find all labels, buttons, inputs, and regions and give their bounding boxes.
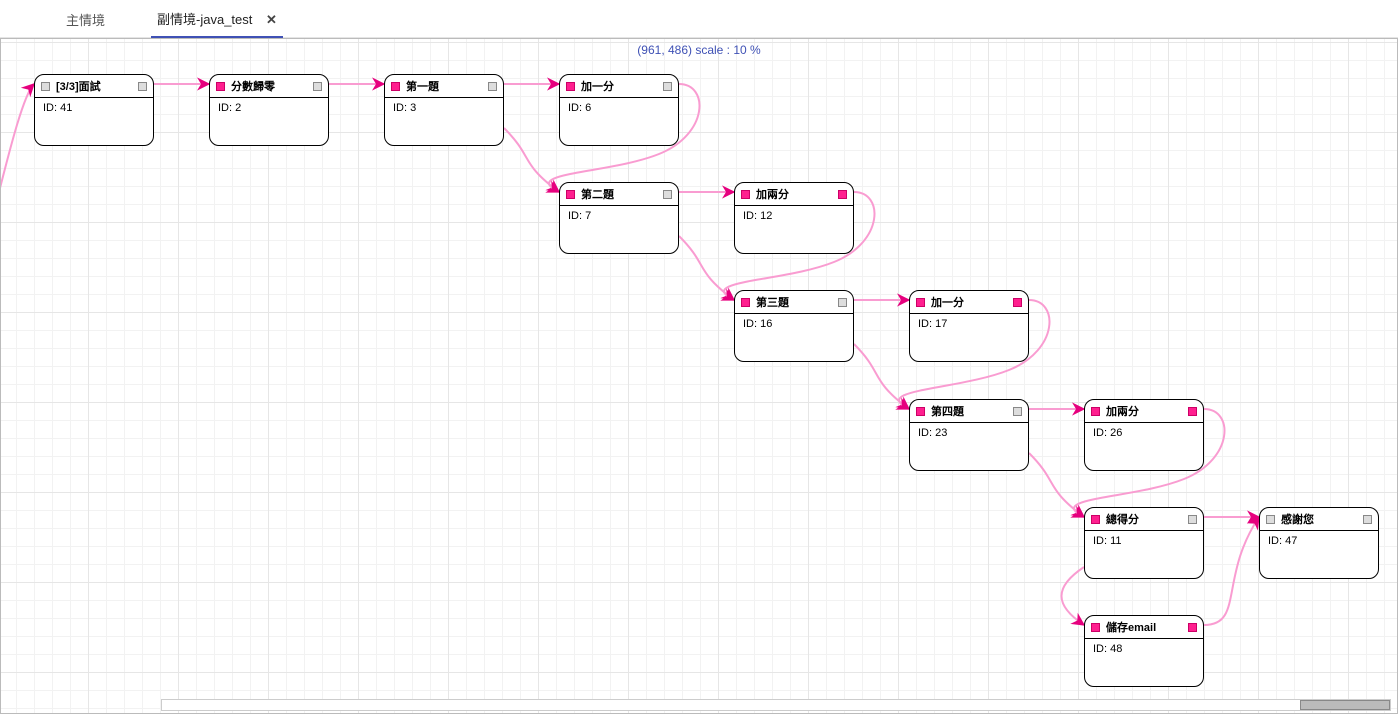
node-id: ID: 2 (210, 98, 328, 118)
node-header: 感謝您 (1260, 508, 1378, 531)
node-id: ID: 7 (560, 206, 678, 226)
node-n3[interactable]: 第一題 ID: 3 (384, 74, 504, 146)
output-port-icon[interactable] (663, 82, 672, 91)
node-n17[interactable]: 加一分 ID: 17 (909, 290, 1029, 362)
output-port-icon[interactable] (1013, 407, 1022, 416)
node-id: ID: 48 (1085, 639, 1203, 659)
node-header: 加兩分 (1085, 400, 1203, 423)
node-id: ID: 47 (1260, 531, 1378, 551)
output-port-icon[interactable] (488, 82, 497, 91)
flow-canvas[interactable]: [3/3]面試 ID: 41 分數歸零 ID: 2 第一題 ID: 3 加一分 ID: 6 第二… (1, 39, 1398, 714)
output-port-icon[interactable] (313, 82, 322, 91)
node-title: 分數歸零 (225, 78, 313, 94)
tab-label: 副情境-java_test (157, 12, 252, 27)
node-title: [3/3]面試 (50, 78, 138, 94)
output-port-icon[interactable] (838, 298, 847, 307)
input-port-icon[interactable] (1091, 515, 1100, 524)
output-port-icon[interactable] (1363, 515, 1372, 524)
scrollbar-thumb[interactable] (1300, 700, 1390, 710)
node-n48[interactable]: 儲存email ID: 48 (1084, 615, 1204, 687)
node-id: ID: 6 (560, 98, 678, 118)
horizontal-scrollbar[interactable] (161, 699, 1391, 711)
output-port-icon[interactable] (663, 190, 672, 199)
close-icon[interactable]: ✕ (266, 12, 277, 27)
node-title: 加兩分 (1100, 403, 1188, 419)
canvas-viewport[interactable]: (961, 486) scale : 10 % [3/3]面試ID: 41分數歸… (0, 38, 1398, 714)
node-header: 加一分 (910, 291, 1028, 314)
node-title: 第二題 (575, 186, 663, 202)
node-header: 儲存email (1085, 616, 1203, 639)
node-title: 加一分 (925, 294, 1013, 310)
input-port-icon[interactable] (741, 190, 750, 199)
input-port-icon[interactable] (1091, 407, 1100, 416)
node-header: 第一題 (385, 75, 503, 98)
node-n2[interactable]: 分數歸零 ID: 2 (209, 74, 329, 146)
node-title: 加一分 (575, 78, 663, 94)
input-port-icon[interactable] (566, 190, 575, 199)
node-n6[interactable]: 加一分 ID: 6 (559, 74, 679, 146)
node-title: 總得分 (1100, 511, 1188, 527)
input-port-icon[interactable] (391, 82, 400, 91)
output-port-icon[interactable] (1188, 623, 1197, 632)
node-n23[interactable]: 第四題 ID: 23 (909, 399, 1029, 471)
node-title: 感謝您 (1275, 511, 1363, 527)
node-title: 加兩分 (750, 186, 838, 202)
node-id: ID: 23 (910, 423, 1028, 443)
output-port-icon[interactable] (138, 82, 147, 91)
node-id: ID: 17 (910, 314, 1028, 334)
node-header: 第二題 (560, 183, 678, 206)
node-header: 加兩分 (735, 183, 853, 206)
input-port-icon[interactable] (566, 82, 575, 91)
node-title: 儲存email (1100, 619, 1188, 635)
node-header: 加一分 (560, 75, 678, 98)
input-port-icon[interactable] (41, 82, 50, 91)
output-port-icon[interactable] (1013, 298, 1022, 307)
node-header: 第三題 (735, 291, 853, 314)
node-title: 第四題 (925, 403, 1013, 419)
node-header: 第四題 (910, 400, 1028, 423)
node-n41[interactable]: [3/3]面試 ID: 41 (34, 74, 154, 146)
node-id: ID: 11 (1085, 531, 1203, 551)
node-id: ID: 12 (735, 206, 853, 226)
input-port-icon[interactable] (741, 298, 750, 307)
node-n11[interactable]: 總得分 ID: 11 (1084, 507, 1204, 579)
node-title: 第一題 (400, 78, 488, 94)
input-port-icon[interactable] (916, 298, 925, 307)
node-n16[interactable]: 第三題 ID: 16 (734, 290, 854, 362)
tab-sub-scenario[interactable]: 副情境-java_test ✕ (151, 0, 283, 38)
input-port-icon[interactable] (916, 407, 925, 416)
output-port-icon[interactable] (1188, 407, 1197, 416)
input-port-icon[interactable] (1091, 623, 1100, 632)
tab-bar: 主情境 副情境-java_test ✕ (0, 0, 1398, 38)
tab-label: 主情境 (66, 13, 105, 28)
node-id: ID: 3 (385, 98, 503, 118)
node-n7[interactable]: 第二題 ID: 7 (559, 182, 679, 254)
node-id: ID: 41 (35, 98, 153, 118)
input-port-icon[interactable] (1266, 515, 1275, 524)
tab-main-scenario[interactable]: 主情境 (60, 0, 111, 37)
input-port-icon[interactable] (216, 82, 225, 91)
output-port-icon[interactable] (1188, 515, 1197, 524)
node-id: ID: 26 (1085, 423, 1203, 443)
node-n12[interactable]: 加兩分 ID: 12 (734, 182, 854, 254)
node-id: ID: 16 (735, 314, 853, 334)
node-header: 總得分 (1085, 508, 1203, 531)
node-n26[interactable]: 加兩分 ID: 26 (1084, 399, 1204, 471)
node-title: 第三題 (750, 294, 838, 310)
node-n47[interactable]: 感謝您 ID: 47 (1259, 507, 1379, 579)
node-header: 分數歸零 (210, 75, 328, 98)
output-port-icon[interactable] (838, 190, 847, 199)
node-header: [3/3]面試 (35, 75, 153, 98)
